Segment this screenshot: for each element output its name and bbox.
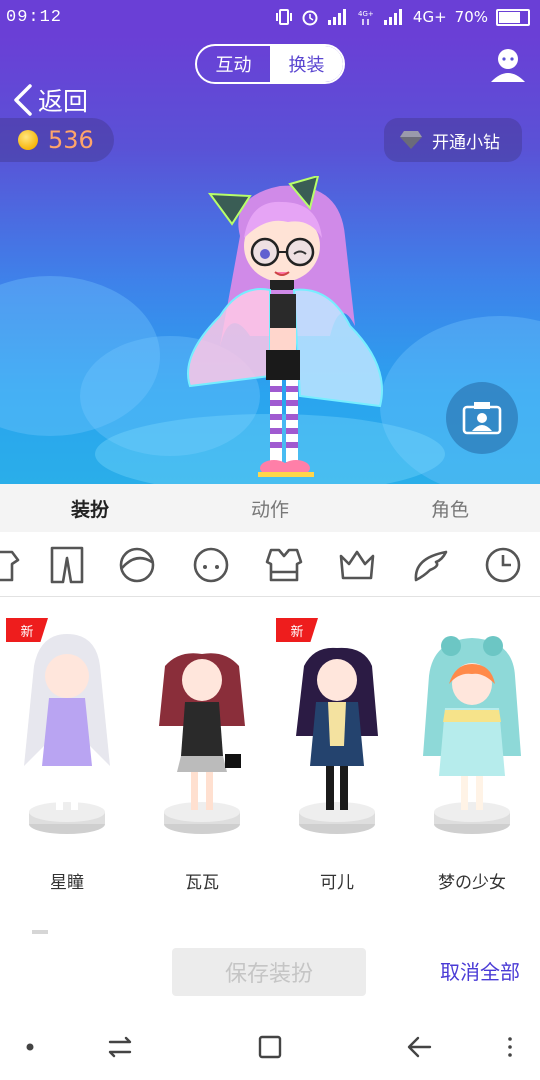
scroll-indicator [32,930,48,934]
svg-text:4G+: 4G+ [358,10,374,18]
system-nav-bar [0,1016,540,1080]
clock-icon[interactable] [484,546,522,584]
camera-button[interactable] [446,382,518,454]
back-arrow-icon[interactable] [402,1032,438,1062]
outfit-name: 瓦瓦 [185,873,219,893]
status-time: 09:12 [6,8,63,27]
dot-icon[interactable] [12,1032,48,1062]
outfit-preview [24,634,110,834]
vibrate-icon [275,9,292,25]
coin-balance: 536 [0,118,114,162]
cancel-all-button[interactable]: 取消全部 [440,956,520,985]
tab-dressup[interactable]: 换装 [270,46,343,82]
back-label: 返回 [38,87,89,116]
diamond-icon [400,131,422,149]
outfit-card[interactable]: 新 可儿 [274,618,400,894]
status-icons: 4G+ 4G+ 70% [275,8,530,26]
outfit-name: 星瞳 [50,873,84,893]
outfit-set-icon[interactable] [265,546,303,584]
alarm-icon [302,10,318,26]
switch-icon[interactable] [102,1032,138,1062]
outfit-preview [423,636,521,834]
avatar-stage: 返回 互动 换装 536 开通小钻 [0,36,540,484]
tab-character[interactable]: 角色 [360,484,540,532]
tab-action[interactable]: 动作 [180,484,360,532]
home-square-icon[interactable] [252,1032,288,1062]
save-outfit-button[interactable]: 保存装扮 [172,948,366,996]
camera-icon [462,402,502,435]
status-bar: 09:12 4G+ 4G+ 70% [0,0,540,36]
avatar-character[interactable] [170,176,410,484]
network-label: 4G+ [412,8,447,26]
outfit-card[interactable]: 梦の少女 [409,618,535,894]
profile-icon[interactable] [488,44,528,84]
pants-icon[interactable] [48,546,86,584]
outfit-name: 梦の少女 [438,873,506,893]
crown-icon[interactable] [338,546,376,584]
tab-interact[interactable]: 互动 [197,46,270,82]
vip-button[interactable]: 开通小钻 [384,118,522,162]
outfit-preview [296,647,378,834]
main-tabs: 装扮 动作 角色 [0,484,540,532]
signal-icon [383,9,402,25]
face-icon[interactable] [118,546,156,584]
category-bar [0,532,540,597]
signal-4g-icon: 4G+ [358,10,374,25]
signal-icon [327,9,346,25]
wing-icon[interactable] [410,546,448,584]
outfit-name: 可儿 [320,873,354,893]
mode-segmented-control: 互动 换装 [195,44,345,84]
chevron-left-icon [14,84,32,116]
battery-fill [499,11,520,23]
vip-label: 开通小钻 [432,132,500,153]
battery-icon [496,8,530,26]
menu-dots-icon[interactable] [492,1032,528,1062]
tab-dress[interactable]: 装扮 [0,484,180,532]
head-icon[interactable] [192,546,230,584]
battery-percent: 70% [454,8,488,26]
outfit-preview [159,653,245,834]
back-button[interactable]: 返回 [10,82,88,118]
outfit-card[interactable]: 新 星瞳 [4,618,130,894]
top-icon[interactable] [0,546,20,584]
coin-icon [18,130,38,150]
coin-amount: 536 [48,126,94,154]
outfit-card[interactable]: 瓦瓦 [139,618,265,894]
